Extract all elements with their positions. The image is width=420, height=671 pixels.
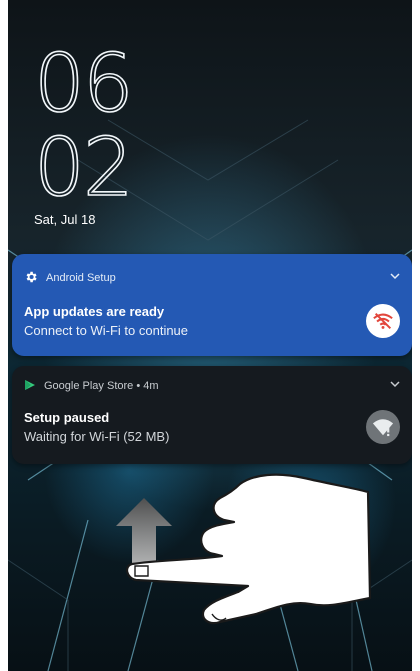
lock-screen: 06 02 Sat, Jul 18 Android Setup App upda… [8, 0, 412, 671]
hand-swipe-up-icon [116, 473, 372, 625]
